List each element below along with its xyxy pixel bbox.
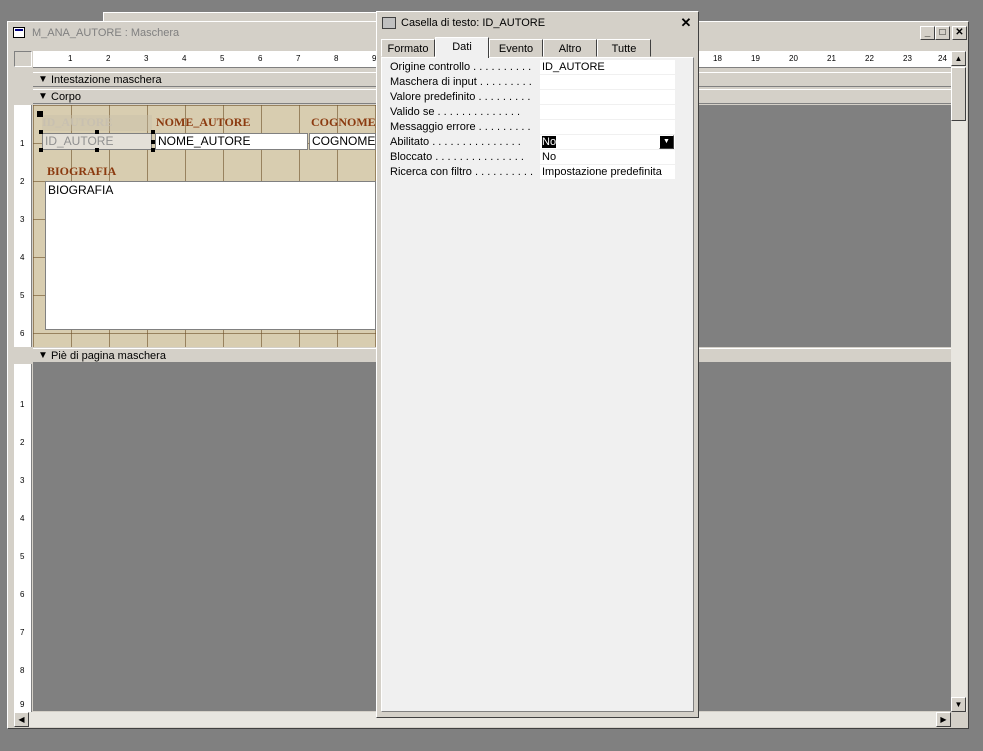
ruler-number: 3 (20, 476, 25, 485)
section-detail-label: Corpo (51, 91, 81, 103)
ruler-number: 1 (20, 400, 25, 409)
property-name: Valido se . . . . . . . . . . . . . . (390, 106, 521, 118)
resize-handle[interactable] (39, 148, 43, 152)
vertical-scrollbar[interactable]: ▲ ▼ (951, 51, 967, 712)
property-name: Bloccato . . . . . . . . . . . . . . . (390, 151, 524, 163)
minimize-icon[interactable]: _ (920, 26, 935, 40)
property-value[interactable]: ID_AUTORE (540, 60, 675, 74)
property-row[interactable]: Messaggio errore . . . . . . . . . (386, 120, 676, 135)
ruler-number: 7 (296, 54, 301, 63)
close-icon[interactable]: ✕ (679, 16, 693, 30)
property-value[interactable] (540, 90, 675, 104)
property-value[interactable]: No (540, 150, 675, 164)
property-row[interactable]: Bloccato . . . . . . . . . . . . . . . N… (386, 150, 676, 165)
ruler-number: 21 (827, 54, 836, 63)
ruler-number: 4 (20, 253, 25, 262)
property-name: Origine controllo . . . . . . . . . . (390, 61, 532, 73)
ruler-number: 5 (20, 291, 25, 300)
ruler-corner[interactable] (14, 51, 32, 67)
tab-evento[interactable]: Evento (489, 39, 543, 57)
dropdown-arrow-icon[interactable]: ▼ (659, 135, 674, 149)
ruler-number: 8 (334, 54, 339, 63)
ruler-number: 3 (20, 215, 25, 224)
label-biografia[interactable]: BIOGRAFIA (47, 164, 167, 180)
ruler-number: 6 (258, 54, 263, 63)
property-row[interactable]: Ricerca con filtro . . . . . . . . . . I… (386, 165, 676, 180)
textbox-cognome-autore[interactable]: COGNOME_ (309, 133, 376, 150)
property-sheet-window[interactable]: Casella di testo: ID_AUTORE ✕ Formato Da… (376, 11, 699, 718)
ruler-number: 20 (789, 54, 798, 63)
property-list[interactable]: Origine controllo . . . . . . . . . . ID… (381, 57, 694, 712)
tab-tutte[interactable]: Tutte (597, 39, 651, 57)
property-row[interactable]: Valore predefinito . . . . . . . . . (386, 90, 676, 105)
property-sheet-title: Casella di testo: ID_AUTORE (401, 17, 546, 29)
close-icon[interactable]: ✕ (952, 26, 967, 40)
property-row[interactable]: Maschera di input . . . . . . . . . (386, 75, 676, 90)
ruler-number: 24 (938, 54, 947, 63)
section-arrow-icon: ▼ (38, 350, 48, 361)
label-nome-autore[interactable]: NOME_AUTORE (156, 115, 306, 131)
ruler-number: 7 (20, 628, 25, 637)
form-window-icon[interactable] (13, 27, 25, 38)
property-sheet-icon (382, 17, 396, 29)
ruler-number: 5 (20, 552, 25, 561)
property-row[interactable]: Origine controllo . . . . . . . . . . ID… (386, 60, 676, 75)
scroll-right-icon[interactable]: ▶ (936, 712, 951, 727)
property-name: Abilitato . . . . . . . . . . . . . . . (390, 136, 521, 148)
resize-handle[interactable] (39, 130, 43, 134)
ruler-number: 2 (106, 54, 111, 63)
property-name: Maschera di input . . . . . . . . . (390, 76, 532, 88)
property-value[interactable] (540, 105, 675, 119)
tab-altro[interactable]: Altro (543, 39, 597, 57)
section-arrow-icon: ▼ (38, 74, 48, 85)
scroll-thumb[interactable] (951, 67, 966, 121)
ruler-number: 6 (20, 590, 25, 599)
tab-dati[interactable]: Dati (435, 37, 489, 58)
label-id-autore[interactable]: ID_AUTORE (42, 115, 152, 131)
restore-icon[interactable]: □ (935, 26, 950, 40)
ruler-number: 8 (20, 666, 25, 675)
textbox-biografia[interactable]: BIOGRAFIA (45, 181, 376, 330)
ruler-number: 3 (144, 54, 149, 63)
ruler-number: 18 (713, 54, 722, 63)
ruler-number: 2 (20, 438, 25, 447)
resize-handle[interactable] (95, 130, 99, 134)
ruler-number: 23 (903, 54, 912, 63)
ruler-number: 2 (20, 177, 25, 186)
selected-value: No (542, 136, 557, 148)
property-row[interactable]: Valido se . . . . . . . . . . . . . . (386, 105, 676, 120)
ruler-number: 4 (20, 514, 25, 523)
scroll-down-icon[interactable]: ▼ (951, 697, 966, 712)
resize-handle[interactable] (95, 148, 99, 152)
property-value[interactable]: Impostazione predefinita (540, 165, 675, 179)
ruler-number: 9 (20, 700, 25, 709)
design-grid[interactable]: ID_AUTORE ID_AUTORE NOME_AUTORE NOME_AUT… (33, 105, 376, 347)
tab-formato[interactable]: Formato (381, 39, 435, 57)
ruler-number: 5 (220, 54, 225, 63)
ruler-number: 22 (865, 54, 874, 63)
property-value-abilitato[interactable]: No ▼ (540, 135, 675, 149)
property-value[interactable] (540, 75, 675, 89)
ruler-number: 1 (68, 54, 73, 63)
property-name: Messaggio errore . . . . . . . . . (390, 121, 531, 133)
property-name: Ricerca con filtro . . . . . . . . . . (390, 166, 534, 178)
scroll-left-icon[interactable]: ◀ (14, 712, 29, 727)
ruler-number: 4 (182, 54, 187, 63)
scroll-up-icon[interactable]: ▲ (951, 51, 966, 66)
move-handle[interactable] (37, 111, 43, 117)
label-cognome-autore[interactable]: COGNOME_ (311, 115, 376, 131)
form-window-title: M_ANA_AUTORE : Maschera (32, 27, 180, 39)
ruler-number: 19 (751, 54, 760, 63)
section-header-label: Intestazione maschera (51, 74, 162, 86)
textbox-nome-autore[interactable]: NOME_AUTORE (155, 133, 308, 150)
ruler-number: 1 (20, 139, 25, 148)
property-row[interactable]: Abilitato . . . . . . . . . . . . . . . … (386, 135, 676, 150)
ruler-number: 6 (20, 329, 25, 338)
property-value[interactable] (540, 120, 675, 134)
section-arrow-icon: ▼ (38, 91, 48, 102)
property-name: Valore predefinito . . . . . . . . . (390, 91, 531, 103)
vertical-ruler-footer[interactable]: 1 2 3 4 5 6 7 8 9 (14, 364, 32, 712)
vertical-ruler-detail[interactable]: 1 2 3 4 5 6 (14, 105, 32, 347)
section-footer-label: Piè di pagina maschera (51, 350, 166, 362)
